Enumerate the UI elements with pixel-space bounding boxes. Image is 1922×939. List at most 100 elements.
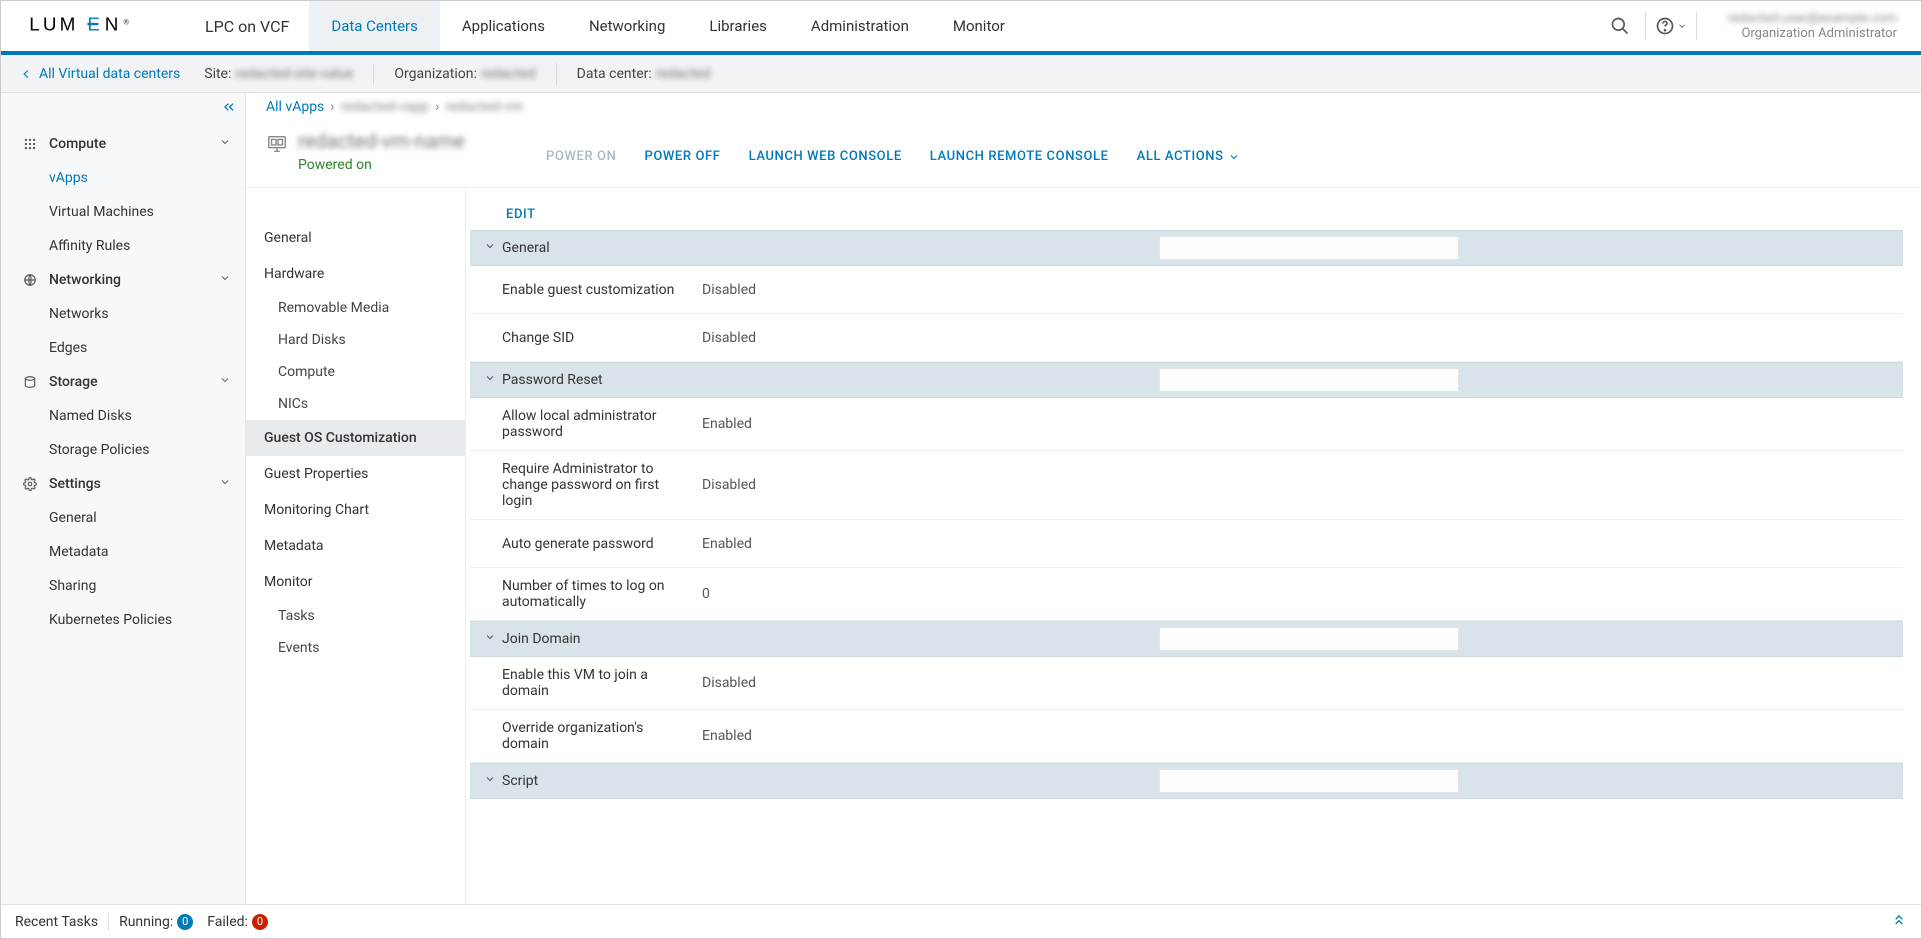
row-override-org-domain: Override organization's domain Enabled <box>470 710 1903 763</box>
detail-nav-monitor[interactable]: Monitor <box>246 564 465 600</box>
label: Override organization's domain <box>502 720 702 752</box>
sidebar-item-k8s-policies[interactable]: Kubernetes Policies <box>1 603 245 637</box>
detail-nav-compute[interactable]: Compute <box>246 356 465 388</box>
value: Enabled <box>702 728 752 744</box>
svg-text:N: N <box>105 15 122 35</box>
grid-icon <box>23 137 41 151</box>
detail-nav-tasks[interactable]: Tasks <box>246 600 465 632</box>
user-block[interactable]: redacted.user@example.com Organization A… <box>1701 11 1921 41</box>
launch-web-console-button[interactable]: LAUNCH WEB CONSOLE <box>749 149 902 164</box>
label: Change SID <box>502 330 702 346</box>
power-on-button: POWER ON <box>546 149 616 164</box>
power-off-button[interactable]: POWER OFF <box>644 149 720 164</box>
failed-label: Failed: <box>207 914 248 930</box>
detail-nav-nics[interactable]: NICs <box>246 388 465 420</box>
launch-remote-console-button[interactable]: LAUNCH REMOTE CONSOLE <box>930 149 1109 164</box>
sidebar-item-storage-policies[interactable]: Storage Policies <box>1 433 245 467</box>
back-label: All Virtual data centers <box>39 66 180 82</box>
section-header-general[interactable]: General <box>470 230 1903 266</box>
separator: › <box>330 99 334 115</box>
breadcrumb-vapp[interactable]: redacted-vapp <box>341 99 430 115</box>
sidebar-item-networks[interactable]: Networks <box>1 297 245 331</box>
sidebar-item-vapps[interactable]: vApps <box>1 161 245 195</box>
expand-tasks-icon[interactable] <box>1891 912 1907 932</box>
row-auto-logon-count: Number of times to log on automatically … <box>470 568 1903 621</box>
value: Disabled <box>702 675 756 691</box>
nav-monitor[interactable]: Monitor <box>931 1 1027 51</box>
nav-libraries[interactable]: Libraries <box>687 1 789 51</box>
detail-nav-events[interactable]: Events <box>246 632 465 664</box>
storage-icon <box>23 375 41 389</box>
sidebar-item-general[interactable]: General <box>1 501 245 535</box>
sidebar-item-affinity[interactable]: Affinity Rules <box>1 229 245 263</box>
sidebar-section-networking[interactable]: Networking <box>1 263 245 297</box>
sidebar-item-named-disks[interactable]: Named Disks <box>1 399 245 433</box>
ctx-dc-value: redacted <box>656 66 711 82</box>
help-icon[interactable] <box>1650 1 1692 51</box>
nav-data-centers[interactable]: Data Centers <box>309 1 439 51</box>
sidebar-section-compute[interactable]: Compute <box>1 127 245 161</box>
edit-button[interactable]: EDIT <box>506 207 536 222</box>
label: Enable this VM to join a domain <box>502 667 702 699</box>
svg-text:LUM: LUM <box>29 15 78 35</box>
detail-nav-general[interactable]: General <box>246 220 465 256</box>
label: Auto generate password <box>502 536 702 552</box>
detail-nav-guest-os-custom[interactable]: Guest OS Customization <box>246 420 465 456</box>
network-icon <box>23 273 41 287</box>
chevron-down-icon <box>1228 151 1240 163</box>
chevron-down-icon <box>219 136 231 152</box>
failed-count-badge: 0 <box>252 914 268 930</box>
ctx-org-value: redacted <box>481 66 536 82</box>
section-header-password-reset[interactable]: Password Reset <box>470 362 1903 398</box>
panel-scroll[interactable]: General Enable guest customization Disab… <box>466 230 1921 904</box>
label: Enable guest customization <box>502 282 702 298</box>
vm-icon <box>266 133 288 159</box>
svg-text:®: ® <box>124 18 130 26</box>
detail-panel: EDIT General Enable guest customization … <box>466 188 1921 904</box>
nav-applications[interactable]: Applications <box>440 1 567 51</box>
ctx-org: Organization: redacted <box>394 66 535 82</box>
search-icon[interactable] <box>1599 1 1641 51</box>
nav-networking[interactable]: Networking <box>567 1 687 51</box>
sidebar-section-settings[interactable]: Settings <box>1 467 245 501</box>
row-enable-join-domain: Enable this VM to join a domain Disabled <box>470 657 1903 710</box>
label: Require Administrator to change password… <box>502 461 702 509</box>
context-bar: All Virtual data centers Site: redacted-… <box>1 55 1921 93</box>
search-box[interactable] <box>1159 236 1459 260</box>
label: Script <box>502 773 538 789</box>
sidebar-item-sharing[interactable]: Sharing <box>1 569 245 603</box>
breadcrumb-root[interactable]: All vApps <box>266 99 324 115</box>
detail-nav-hard-disks[interactable]: Hard Disks <box>246 324 465 356</box>
back-all-vdcs[interactable]: All Virtual data centers <box>19 66 180 82</box>
product-name: LPC on VCF <box>195 17 309 36</box>
recent-tasks-label[interactable]: Recent Tasks <box>15 914 98 930</box>
divider <box>1696 12 1697 40</box>
breadcrumb: All vApps › redacted-vapp › redacted-vm <box>246 93 1921 129</box>
detail-nav-metadata[interactable]: Metadata <box>246 528 465 564</box>
vm-status: Powered on <box>298 157 465 173</box>
sidebar-item-vms[interactable]: Virtual Machines <box>1 195 245 229</box>
detail-nav-removable-media[interactable]: Removable Media <box>246 292 465 324</box>
sidebar-item-edges[interactable]: Edges <box>1 331 245 365</box>
ctx-site-value: redacted-site-value <box>235 66 353 82</box>
running-count-badge: 0 <box>177 914 193 930</box>
nav-administration[interactable]: Administration <box>789 1 931 51</box>
section-header-join-domain[interactable]: Join Domain <box>470 621 1903 657</box>
sidebar: Compute vApps Virtual Machines Affinity … <box>1 93 246 904</box>
detail-nav-monitoring-chart[interactable]: Monitoring Chart <box>246 492 465 528</box>
label: Password Reset <box>502 372 603 388</box>
detail-nav: General Hardware Removable Media Hard Di… <box>246 188 466 904</box>
detail-nav-hardware[interactable]: Hardware <box>246 256 465 292</box>
detail-nav-guest-properties[interactable]: Guest Properties <box>246 456 465 492</box>
sidebar-item-metadata[interactable]: Metadata <box>1 535 245 569</box>
label: Allow local administrator password <box>502 408 702 440</box>
sidebar-collapse-icon[interactable] <box>221 99 237 119</box>
search-box[interactable] <box>1159 627 1459 651</box>
sidebar-section-storage[interactable]: Storage <box>1 365 245 399</box>
search-box[interactable] <box>1159 769 1459 793</box>
chevron-down-icon <box>484 631 496 647</box>
section-header-script[interactable]: Script <box>470 763 1903 799</box>
search-box[interactable] <box>1159 368 1459 392</box>
row-enable-guest-custom: Enable guest customization Disabled <box>470 266 1903 314</box>
all-actions-button[interactable]: ALL ACTIONS <box>1137 149 1240 164</box>
